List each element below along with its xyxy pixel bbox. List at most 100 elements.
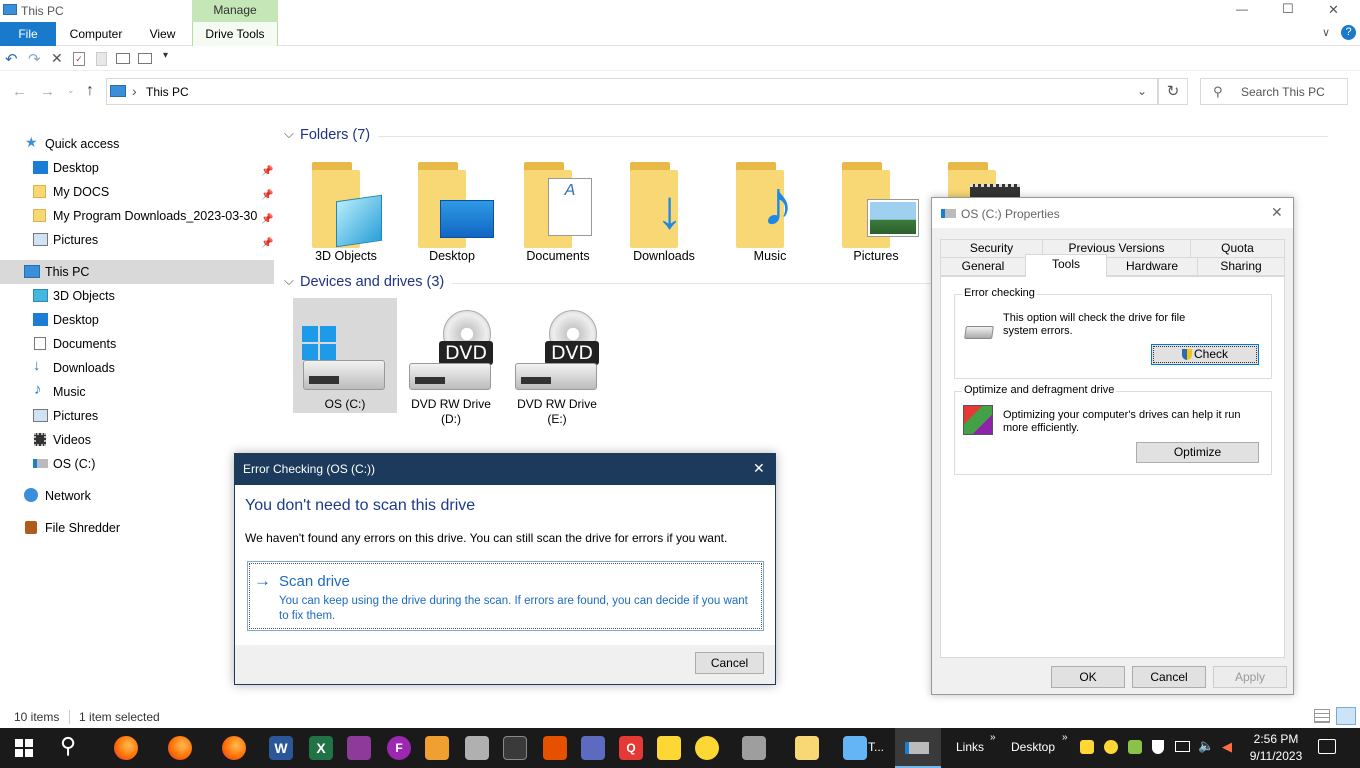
tab-view[interactable]: View [140, 22, 185, 46]
check-button[interactable]: Check [1151, 344, 1259, 365]
settings-app-icon[interactable] [657, 736, 681, 760]
archive-app-icon[interactable] [465, 736, 489, 760]
speaker-icon[interactable]: 🔈 [1198, 738, 1214, 754]
sidebar-item-pictures-quick[interactable]: Pictures 📌 [0, 228, 274, 252]
start-button[interactable] [15, 739, 33, 757]
target-app-icon[interactable] [695, 736, 719, 760]
folders-header[interactable]: Folders (7) [300, 127, 370, 143]
security-shield-icon[interactable] [1152, 740, 1164, 754]
recent-locations-icon[interactable]: ⌄ [67, 85, 75, 96]
excel-icon[interactable]: X [309, 736, 333, 760]
details-view-icon[interactable] [1314, 709, 1330, 723]
breadcrumb-separator[interactable]: › [132, 83, 137, 99]
network-tray-icon[interactable] [1175, 741, 1190, 752]
sidebar-item-desktop[interactable]: Desktop 📌 [0, 156, 274, 180]
tab-computer[interactable]: Computer [62, 22, 130, 46]
error-dialog-close-button[interactable]: ✕ [753, 460, 765, 477]
word-icon[interactable]: W [269, 736, 293, 760]
close-button[interactable]: ✕ [1328, 2, 1339, 18]
tray-app-icon[interactable] [1080, 740, 1094, 754]
firefox-icon[interactable] [114, 736, 138, 760]
warning-tray-icon[interactable]: ◀ [1222, 739, 1232, 755]
desktop-chevron-icon[interactable]: » [1062, 732, 1068, 743]
back-icon[interactable]: ← [12, 83, 27, 100]
sidebar-item-my-program-downloads[interactable]: My Program Downloads_2023-03-30 📌 [0, 204, 274, 228]
sidebar-item-my-docs[interactable]: My DOCS 📌 [0, 180, 274, 204]
drive-os-c[interactable]: OS (C:) [293, 298, 397, 413]
computer-app-icon[interactable] [843, 736, 867, 760]
sidebar-item-videos[interactable]: Videos [0, 428, 274, 452]
cancel-button[interactable]: Cancel [1132, 666, 1206, 688]
sidebar-item-network[interactable]: Network [0, 484, 274, 508]
search-icon[interactable]: ⚲ [60, 733, 76, 759]
rename-icon[interactable] [116, 53, 130, 64]
drives-header[interactable]: Devices and drives (3) [300, 274, 444, 290]
sidebar-item-desktop-pc[interactable]: Desktop [0, 308, 274, 332]
ok-button[interactable]: OK [1051, 666, 1125, 688]
sidebar-item-documents[interactable]: Documents [0, 332, 274, 356]
network-tool-icon[interactable] [503, 736, 527, 760]
minimize-button[interactable]: — [1236, 2, 1248, 16]
drive-dvd-d[interactable]: DVD DVD RW Drive (D:) [399, 298, 503, 428]
refresh-button[interactable]: ↻ [1158, 78, 1188, 105]
printer-app-icon[interactable] [742, 736, 766, 760]
toolbar-links[interactable]: Links [956, 740, 984, 754]
pin-icon[interactable]: 📌 [261, 232, 273, 256]
firefox-icon[interactable] [222, 736, 246, 760]
drive-dvd-e[interactable]: DVD DVD RW Drive (E:) [505, 298, 609, 428]
sidebar-item-3d-objects[interactable]: 3D Objects [0, 284, 274, 308]
tab-file[interactable]: File [0, 22, 56, 46]
video-player-icon[interactable] [425, 736, 449, 760]
search-box[interactable]: ⚲ Search This PC [1200, 78, 1348, 105]
properties-icon[interactable]: ✓ [73, 52, 85, 66]
sidebar-item-this-pc[interactable]: This PC [0, 260, 274, 284]
scan-drive-option[interactable]: → Scan drive You can keep using the driv… [247, 561, 764, 631]
notifications-icon[interactable] [1318, 739, 1336, 754]
folders-section-toggle[interactable]: ⌵ [284, 126, 294, 142]
new-folder-icon[interactable] [96, 52, 107, 66]
sidebar-item-pictures[interactable]: Pictures [0, 404, 274, 428]
properties-close-button[interactable]: ✕ [1271, 204, 1283, 221]
up-icon[interactable]: ↑ [86, 82, 94, 100]
tab-drive-tools[interactable]: Drive Tools [192, 22, 278, 46]
chevron-down-icon[interactable]: ∨ [1322, 26, 1330, 39]
sidebar-item-quick-access[interactable]: ★ Quick access [0, 132, 274, 156]
feather-app-icon[interactable] [347, 736, 371, 760]
address-dropdown-icon[interactable]: ⌄ [1137, 84, 1147, 98]
toolbar-desktop[interactable]: Desktop [1011, 740, 1055, 754]
tray-app-icon[interactable] [1128, 740, 1142, 754]
drives-section-toggle[interactable]: ⌵ [284, 273, 294, 289]
active-window-button[interactable] [895, 728, 941, 768]
tab-general[interactable]: General [940, 257, 1026, 276]
large-icons-view-icon[interactable] [1336, 707, 1356, 725]
sidebar-item-os-c[interactable]: OS (C:) [0, 452, 274, 476]
sidebar-item-music[interactable]: ♪ Music [0, 380, 274, 404]
maximize-button[interactable]: ☐ [1282, 1, 1294, 17]
layout-icon[interactable] [138, 53, 152, 64]
redo-icon[interactable]: ↷ [28, 50, 41, 68]
tray-app-icon[interactable] [1104, 740, 1118, 754]
tools-app-icon[interactable] [581, 736, 605, 760]
breadcrumb-this-pc[interactable]: This PC [146, 85, 189, 99]
tab-tools[interactable]: Tools [1025, 254, 1107, 277]
forward-icon[interactable]: → [40, 83, 55, 100]
taskbar-task-label[interactable]: T... [868, 740, 884, 754]
delete-icon[interactable]: ✕ [51, 50, 63, 67]
q-app-icon[interactable]: Q [619, 736, 643, 760]
customize-qat-icon[interactable]: ▾ [163, 50, 168, 61]
address-bar[interactable]: › This PC ⌄ [106, 78, 1158, 105]
f-app-icon[interactable]: F [387, 736, 411, 760]
sidebar-item-downloads[interactable]: ↓ Downloads [0, 356, 274, 380]
error-cancel-button[interactable]: Cancel [695, 652, 764, 674]
undo-icon[interactable]: ↶ [5, 50, 18, 68]
sidebar-item-file-shredder[interactable]: File Shredder [0, 516, 274, 540]
file-explorer-icon[interactable] [795, 736, 819, 760]
tab-hardware[interactable]: Hardware [1106, 257, 1198, 276]
firefox-icon[interactable] [168, 736, 192, 760]
clock-time[interactable]: 2:56 PM [1249, 732, 1303, 746]
help-icon[interactable]: ? [1341, 25, 1356, 40]
snipping-tool-icon[interactable] [543, 736, 567, 760]
tab-quota[interactable]: Quota [1190, 239, 1285, 258]
optimize-button[interactable]: Optimize [1136, 442, 1259, 463]
clock-date[interactable]: 9/11/2023 [1246, 749, 1306, 763]
